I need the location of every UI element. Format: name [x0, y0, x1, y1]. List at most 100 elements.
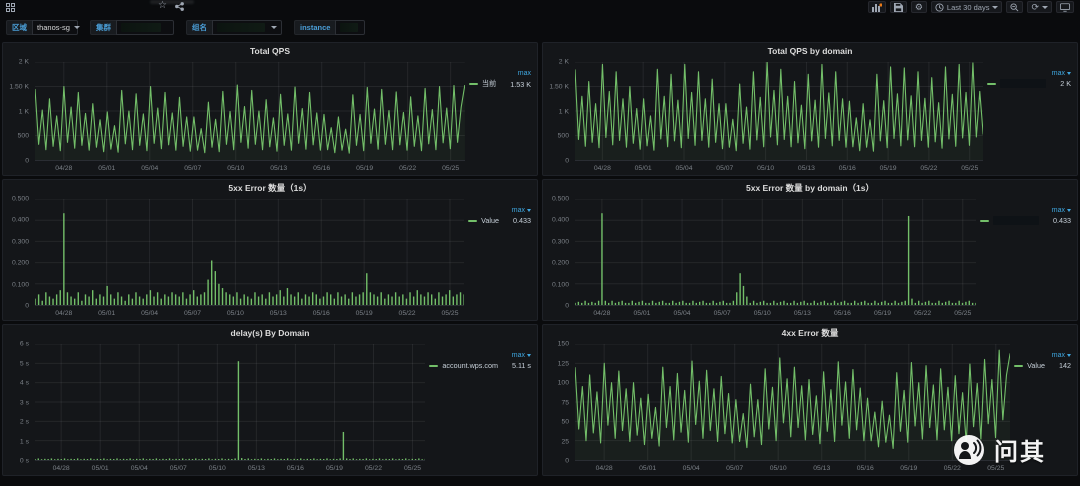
- x-axis-tick-label: 05/04: [131, 465, 148, 472]
- series-color-marker: [468, 220, 477, 222]
- legend-sort-max[interactable]: max: [429, 352, 531, 359]
- plot-area[interactable]: 150125100755025004/2805/0105/0405/0705/1…: [543, 340, 1012, 475]
- y-axis-tick-label: 1 K: [19, 108, 29, 115]
- plot-area[interactable]: 2 K1.50 K1 K500004/2805/0105/0405/0705/1…: [543, 58, 985, 175]
- x-axis-tick-label: 05/16: [857, 465, 874, 472]
- y-axis-tick-label: 500: [18, 133, 29, 140]
- chevron-down-icon: [992, 6, 998, 9]
- x-axis-tick-label: 05/10: [757, 165, 774, 172]
- wechat-account-icon: [952, 433, 986, 467]
- series-max-value: 2 K: [1050, 79, 1071, 88]
- panel-title[interactable]: 5xx Error 数量（1s）: [3, 180, 537, 195]
- refresh-button[interactable]: ⟳: [1027, 1, 1052, 13]
- plot-area[interactable]: 2 K1.50 K1 K500004/2805/0105/0405/0705/1…: [3, 58, 467, 175]
- x-axis-tick-label: 05/16: [839, 165, 856, 172]
- x-axis-tick-label: 05/16: [313, 310, 330, 317]
- series-label: account.wps.com: [442, 361, 498, 370]
- plot-area[interactable]: 6 s5 s4 s3 s2 s1 s0 s04/2805/0105/0405/0…: [3, 340, 427, 475]
- panel-title[interactable]: 4xx Error 数量: [543, 325, 1077, 340]
- y-axis-tick-label: 25: [561, 438, 569, 445]
- x-axis-tick-label: 05/22: [920, 165, 937, 172]
- y-axis-tick-label: 2 K: [19, 59, 29, 66]
- panel-title[interactable]: delay(s) By Domain: [3, 325, 537, 340]
- y-axis-tick-label: 2 K: [559, 59, 569, 66]
- settings-gear-button[interactable]: ⚙: [911, 1, 927, 13]
- x-axis-tick-label: 05/07: [184, 165, 201, 172]
- dashboards-grid-icon[interactable]: [6, 3, 15, 12]
- x-axis-tick-label: 05/10: [770, 465, 787, 472]
- x-axis-tick-label: 05/13: [794, 310, 811, 317]
- legend-sort-max[interactable]: max: [1014, 352, 1071, 359]
- x-axis-tick-label: 05/19: [880, 165, 897, 172]
- share-icon[interactable]: [175, 2, 184, 11]
- y-axis-tick-label: 0: [25, 158, 29, 165]
- zoom-out-button[interactable]: [1006, 1, 1023, 13]
- instance-input[interactable]: [335, 20, 365, 35]
- plot-area[interactable]: 0.5000.4000.3000.2000.100004/2805/0105/0…: [543, 195, 978, 320]
- filter-group-name-label: 组名: [186, 20, 212, 35]
- save-dashboard-button[interactable]: [890, 1, 907, 13]
- y-axis-tick-label: 0.100: [552, 281, 569, 288]
- y-axis-tick-label: 0.200: [12, 260, 29, 267]
- filter-instance-label: instance: [294, 20, 335, 35]
- sort-caret-icon: [1067, 72, 1071, 75]
- legend-item[interactable]: Value142: [1014, 361, 1071, 370]
- legend-item[interactable]: Value0.433: [468, 216, 531, 225]
- redacted-series-label: [1000, 79, 1046, 88]
- panel-title[interactable]: Total QPS: [3, 43, 537, 58]
- x-axis-tick-label: 04/28: [55, 165, 72, 172]
- filter-cluster: 集群: [90, 20, 174, 35]
- y-axis-tick-label: 125: [558, 360, 569, 367]
- panel-title[interactable]: 5xx Error 数量 by domain（1s）: [543, 180, 1077, 195]
- x-axis-tick-label: 05/07: [716, 165, 733, 172]
- star-icon[interactable]: ☆: [158, 1, 167, 11]
- x-axis-tick-label: 05/04: [141, 165, 158, 172]
- legend-sort-max[interactable]: max: [469, 70, 531, 77]
- x-axis-tick-label: 05/16: [287, 465, 304, 472]
- legend-item[interactable]: 0.433: [980, 216, 1071, 225]
- panel-title[interactable]: Total QPS by domain: [543, 43, 1077, 58]
- y-axis-tick-label: 0.200: [552, 260, 569, 267]
- panel-total-qps: Total QPS 2 K1.50 K1 K500004/2805/0105/0…: [2, 42, 538, 176]
- y-axis-tick-label: 3 s: [20, 399, 29, 406]
- legend-item[interactable]: account.wps.com5.11 s: [429, 361, 531, 370]
- panel-add-button[interactable]: [868, 1, 886, 13]
- legend-item[interactable]: 2 K: [987, 79, 1071, 88]
- x-axis-tick-label: 05/01: [92, 465, 109, 472]
- region-select[interactable]: thanos-sg: [32, 20, 78, 35]
- series-max-value: 0.433: [1043, 216, 1071, 225]
- series-max-value: 1.53 K: [500, 80, 531, 89]
- y-axis-tick-label: 75: [561, 399, 569, 406]
- series-color-marker: [987, 83, 996, 85]
- plot-area[interactable]: 0.5000.4000.3000.2000.100004/2805/0105/0…: [3, 195, 466, 320]
- panel-legend: max Value0.433: [466, 195, 537, 320]
- series-label: Value: [481, 216, 499, 225]
- x-axis-tick-label: 05/01: [635, 165, 652, 172]
- sort-caret-icon: [527, 209, 531, 212]
- x-axis-tick-label: 05/22: [365, 465, 382, 472]
- legend-sort-max[interactable]: max: [987, 70, 1071, 77]
- filter-region: 区域 thanos-sg: [6, 20, 78, 35]
- y-axis-tick-label: 150: [558, 341, 569, 348]
- y-axis-tick-label: 0 s: [20, 458, 29, 465]
- legend-sort-max[interactable]: max: [468, 207, 531, 214]
- series-color-marker: [429, 365, 438, 367]
- x-axis-tick-label: 04/28: [53, 465, 70, 472]
- x-axis-tick-label: 05/25: [441, 310, 458, 317]
- legend-item[interactable]: 当前1.53 K: [469, 79, 531, 89]
- y-axis-tick-label: 50: [561, 419, 569, 426]
- cluster-input[interactable]: [116, 20, 174, 35]
- y-axis-tick-label: 4 s: [20, 380, 29, 387]
- x-axis-tick-label: 05/22: [399, 310, 416, 317]
- y-axis-tick-label: 1.50 K: [9, 83, 29, 90]
- series-color-marker: [469, 83, 478, 85]
- redacted-value: [121, 23, 161, 32]
- cycle-view-mode-button[interactable]: [1056, 1, 1074, 13]
- y-axis-tick-label: 0: [25, 303, 29, 310]
- time-range-picker[interactable]: Last 30 days: [931, 1, 1003, 13]
- series-label: Value: [1027, 361, 1045, 370]
- region-selected-value: thanos-sg: [37, 23, 70, 32]
- x-axis-tick-label: 04/28: [596, 465, 613, 472]
- legend-sort-max[interactable]: max: [980, 207, 1071, 214]
- group-name-select[interactable]: [212, 20, 282, 35]
